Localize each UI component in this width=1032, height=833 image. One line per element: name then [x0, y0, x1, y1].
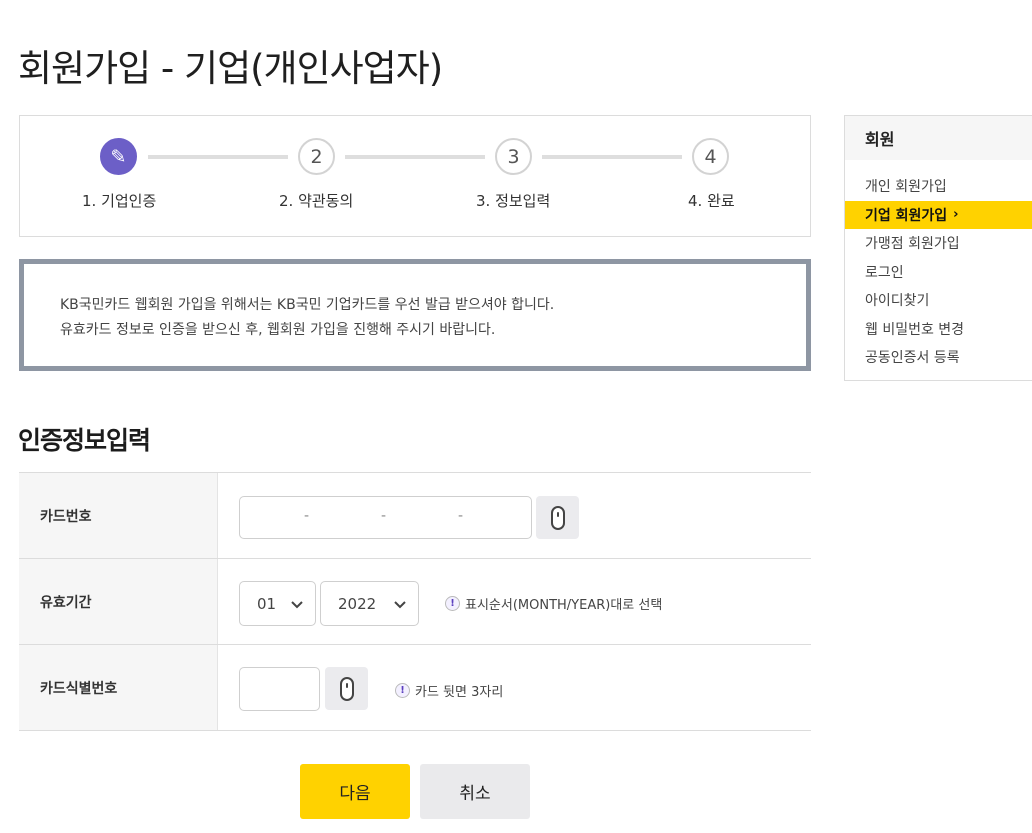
step-4: 4 4. 완료 — [659, 116, 799, 236]
chevron-down-icon — [394, 594, 406, 618]
step-3: 3 3. 정보입력 — [462, 116, 602, 236]
sidenav-item-label: 로그인 — [865, 264, 904, 281]
form-row-card-number: 카드번호 - - - — [19, 473, 811, 559]
step-label: 4. 완료 — [688, 192, 735, 210]
card-number-separator: - — [381, 508, 387, 524]
sidenav-item-label: 웹 비밀번호 변경 — [865, 321, 965, 338]
cvc-hint-text: 카드 뒷면 3자리 — [415, 685, 504, 700]
sidenav-item-merchant-signup[interactable]: 가맹점 회원가입 — [845, 229, 1032, 258]
expiry-hint: ! 표시순서(MONTH/YEAR)대로 선택 — [445, 594, 662, 613]
next-button[interactable]: 다음 — [300, 764, 410, 819]
form-row-expiry: 유효기간 01 2022 ! 표시순서(MONTH/YEAR)대로 선택 — [19, 559, 811, 645]
card-number-separator: - — [458, 508, 464, 524]
virtual-keypad-button[interactable] — [536, 496, 579, 539]
expiry-year-select[interactable]: 2022 — [320, 581, 419, 626]
lightbulb-icon: ! — [395, 683, 410, 698]
chevron-down-icon — [291, 594, 303, 618]
chevron-right-icon: › — [953, 207, 959, 223]
step-number: 4 — [692, 138, 729, 175]
step-label: 3. 정보입력 — [476, 192, 551, 210]
sidenav-item-business-signup[interactable]: 기업 회원가입 › — [845, 200, 1032, 229]
expiry-hint-text: 표시순서(MONTH/YEAR)대로 선택 — [465, 598, 663, 613]
expiry-year-value: 2022 — [338, 594, 377, 613]
card-number-separator: - — [304, 508, 310, 524]
notice-line-2: 유효카드 정보로 인증을 받으신 후, 웹회원 가입을 진행해 주시기 바랍니다… — [60, 322, 496, 338]
sidenav-item-register-certificate[interactable]: 공동인증서 등록 — [845, 343, 1032, 372]
sidenav-item-label: 공동인증서 등록 — [865, 350, 960, 367]
auth-form: 카드번호 - - - 유효기간 01 2022 ! 표시순서(MONTH/YEA… — [19, 472, 811, 731]
form-row-cvc: 카드식별번호 ! 카드 뒷면 3자리 — [19, 645, 811, 731]
step-label: 2. 약관동의 — [279, 192, 354, 210]
step-2: 2 2. 약관동의 — [265, 116, 405, 236]
sidenav-title: 회원 — [845, 116, 1032, 160]
sidenav-item-login[interactable]: 로그인 — [845, 258, 1032, 287]
expiry-month-select[interactable]: 01 — [239, 581, 316, 626]
step-indicator: ✎ 1. 기업인증 2 2. 약관동의 3 3. 정보입력 4 4. 완료 — [19, 115, 811, 237]
sidenav-item-label: 개인 회원가입 — [865, 179, 947, 196]
card-number-label: 카드번호 — [19, 473, 218, 558]
sidenav-item-personal-signup[interactable]: 개인 회원가입 — [845, 172, 1032, 201]
pencil-icon: ✎ — [100, 138, 137, 175]
virtual-keypad-button[interactable] — [325, 667, 368, 710]
sidenav-item-label: 아이디찾기 — [865, 293, 930, 310]
mouse-icon — [550, 505, 565, 530]
notice-line-1: KB국민카드 웹회원 가입을 위해서는 KB국민 기업카드를 우선 발급 받으셔… — [60, 297, 555, 313]
page-title: 회원가입 - 기업(개인사업자) — [18, 47, 443, 90]
step-number: 3 — [495, 138, 532, 175]
sidenav-item-change-password[interactable]: 웹 비밀번호 변경 — [845, 315, 1032, 344]
expiry-month-value: 01 — [257, 594, 277, 613]
card-number-input[interactable]: - - - — [239, 496, 532, 539]
section-title: 인증정보입력 — [18, 426, 151, 455]
cancel-button[interactable]: 취소 — [420, 764, 530, 819]
sidenav-item-find-id[interactable]: 아이디찾기 — [845, 286, 1032, 315]
mouse-icon — [339, 676, 354, 701]
cvc-hint: ! 카드 뒷면 3자리 — [395, 681, 503, 700]
cvc-label: 카드식별번호 — [19, 645, 218, 730]
cvc-input[interactable] — [239, 667, 320, 711]
sidenav-item-label: 가맹점 회원가입 — [865, 236, 960, 253]
notice-box: KB국민카드 웹회원 가입을 위해서는 KB국민 기업카드를 우선 발급 받으셔… — [19, 259, 811, 371]
expiry-label: 유효기간 — [19, 559, 218, 644]
lightbulb-icon: ! — [445, 596, 460, 611]
step-1: ✎ 1. 기업인증 — [67, 116, 207, 236]
side-navigation: 회원 개인 회원가입 기업 회원가입 › 가맹점 회원가입 로그인 아이디찾기 … — [844, 115, 1032, 381]
step-number: 2 — [298, 138, 335, 175]
sidenav-item-label: 기업 회원가입 — [865, 207, 948, 224]
step-label: 1. 기업인증 — [82, 192, 157, 210]
